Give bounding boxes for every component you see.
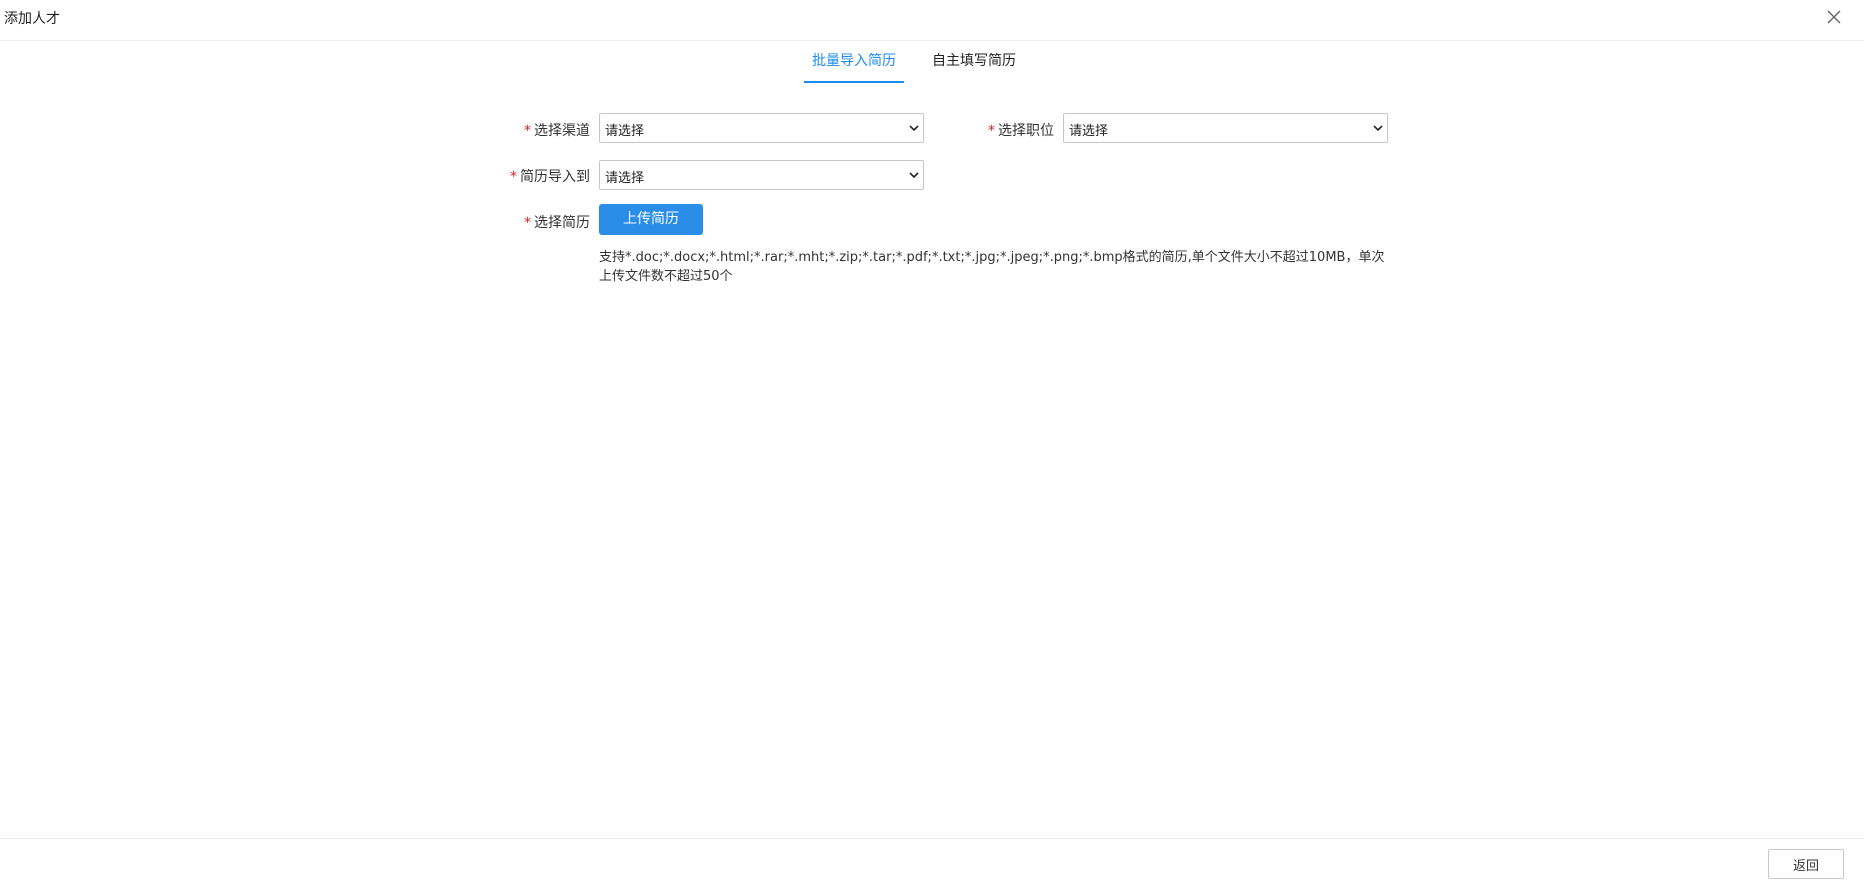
position-select-value: 请选择 [1069, 124, 1109, 139]
chevron-down-icon [909, 125, 919, 132]
tab-manual-fill[interactable]: 自主填写简历 [926, 52, 1022, 82]
import-to-select-value: 请选择 [605, 171, 645, 186]
position-label: * 选择职位 [988, 120, 1054, 140]
position-label-text: 选择职位 [998, 123, 1054, 139]
upload-resume-button[interactable]: 上传简历 [599, 204, 703, 235]
back-button[interactable]: 返回 [1768, 849, 1844, 879]
tab-bar: 批量导入简历 自主填写简历 [0, 52, 1864, 84]
dialog-footer: 返回 [0, 838, 1864, 884]
resume-label-text: 选择简历 [534, 215, 590, 231]
close-icon [1827, 10, 1841, 24]
channel-select[interactable]: 请选择 [599, 113, 924, 143]
add-talent-dialog: 添加人才 批量导入简历 自主填写简历 * 选择渠道 请选择 * 选择职位 请选择 *… [0, 0, 1864, 884]
required-mark: * [524, 215, 531, 231]
import-to-label-text: 简历导入到 [520, 169, 590, 185]
channel-label: * 选择渠道 [524, 120, 590, 140]
channel-label-text: 选择渠道 [534, 123, 590, 139]
required-mark: * [510, 169, 517, 185]
dialog-title: 添加人才 [4, 11, 60, 27]
position-select[interactable]: 请选择 [1063, 113, 1388, 143]
dialog-header: 添加人才 [0, 0, 1864, 41]
close-button[interactable] [1824, 7, 1844, 27]
import-to-select[interactable]: 请选择 [599, 160, 924, 190]
tab-batch-import[interactable]: 批量导入简历 [804, 52, 904, 83]
required-mark: * [524, 123, 531, 139]
chevron-down-icon [909, 172, 919, 179]
import-to-label: * 简历导入到 [510, 166, 590, 186]
resume-label: * 选择简历 [524, 212, 590, 232]
required-mark: * [988, 123, 995, 139]
upload-hint: 支持*.doc;*.docx;*.html;*.rar;*.mht;*.zip;… [599, 250, 1385, 284]
chevron-down-icon [1373, 125, 1383, 132]
channel-select-value: 请选择 [605, 124, 645, 139]
